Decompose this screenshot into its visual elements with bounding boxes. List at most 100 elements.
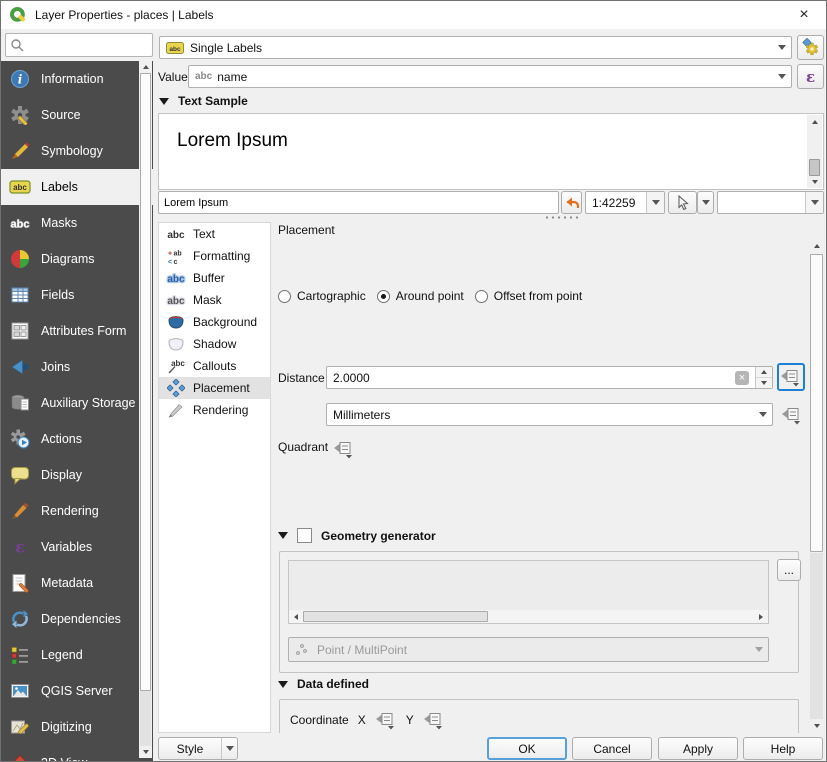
distance-input[interactable]: 2.0000 × xyxy=(326,366,773,389)
main-scroll-up[interactable] xyxy=(809,239,824,253)
geometry-generator-header[interactable]: Geometry generator xyxy=(278,528,436,543)
tab-placement[interactable]: Placement xyxy=(159,377,270,399)
expression-editor-hscrollbar[interactable] xyxy=(289,610,768,623)
sidebar-item-metadata[interactable]: Metadata xyxy=(1,565,153,601)
sidebar-item-rendering[interactable]: Rendering xyxy=(1,493,153,529)
sidebar-item-diagrams[interactable]: Diagrams xyxy=(1,241,153,277)
hscroll-thumb[interactable] xyxy=(303,611,488,622)
sidebar-item-label: Diagrams xyxy=(41,252,95,266)
help-button[interactable]: Help xyxy=(743,737,823,760)
tab-formatting[interactable]: +ab<cFormatting xyxy=(159,245,270,267)
expression-editor[interactable] xyxy=(288,560,769,624)
tab-background[interactable]: Background xyxy=(159,311,270,333)
spin-up-button[interactable] xyxy=(756,367,772,378)
preview-background-select[interactable] xyxy=(717,191,824,214)
ok-button[interactable]: OK xyxy=(487,737,567,760)
qgis-logo-icon xyxy=(9,6,27,24)
quadrant-override-button[interactable] xyxy=(331,437,357,460)
preview-scrollbar[interactable] xyxy=(807,115,822,188)
distance-override-button[interactable] xyxy=(777,363,805,391)
search-input[interactable] xyxy=(28,37,148,53)
sidebar-scroll-thumb[interactable] xyxy=(140,73,151,691)
reset-sample-button[interactable] xyxy=(561,191,582,214)
sidebar-item-display[interactable]: Display xyxy=(1,457,153,493)
preview-scroll-down[interactable] xyxy=(807,175,822,188)
tab-buffer[interactable]: abcBuffer xyxy=(159,267,270,289)
tab-rendering[interactable]: Rendering xyxy=(159,399,270,421)
sidebar-item-source[interactable]: Source xyxy=(1,97,153,133)
cancel-button[interactable]: Cancel xyxy=(572,737,652,760)
units-value: Millimeters xyxy=(333,408,390,422)
sidebar-scroll-up[interactable] xyxy=(139,61,152,73)
collapse-triangle-icon xyxy=(278,681,288,688)
sidebar-item-masks[interactable]: abcMasks xyxy=(1,205,153,241)
auto-placement-settings-button[interactable] xyxy=(797,35,824,60)
sidebar-item-attributes-form[interactable]: Attributes Form xyxy=(1,313,153,349)
sidebar-item-joins[interactable]: Joins xyxy=(1,349,153,385)
svg-text:+: + xyxy=(168,250,172,257)
tab-shadow[interactable]: Shadow xyxy=(159,333,270,355)
units-override-button[interactable] xyxy=(779,403,805,426)
sidebar-item-labels[interactable]: abcLabels xyxy=(1,169,153,205)
apply-button[interactable]: Apply xyxy=(658,737,738,760)
geometry-type-select[interactable]: Point / MultiPoint xyxy=(288,637,769,662)
sidebar-item-dependencies[interactable]: Dependencies xyxy=(1,601,153,637)
preview-scroll-up[interactable] xyxy=(807,115,822,128)
labels-mode-select[interactable]: abc Single Labels xyxy=(159,36,792,59)
radio-cartographic[interactable]: Cartographic xyxy=(278,289,366,303)
tab-callouts[interactable]: abcCallouts xyxy=(159,355,270,377)
spin-down-button[interactable] xyxy=(756,378,772,388)
main-scroll-down[interactable] xyxy=(809,719,824,733)
geometry-generator-checkbox[interactable] xyxy=(297,528,312,543)
units-select[interactable]: Millimeters xyxy=(326,403,773,426)
symbology-icon xyxy=(9,140,31,162)
tab-mask[interactable]: abcMask xyxy=(159,289,270,311)
data-defined-header[interactable]: Data defined xyxy=(278,677,369,691)
abc-tag-icon: abc xyxy=(166,42,184,54)
expression-button[interactable]: ε xyxy=(797,64,824,89)
qgis-server-icon xyxy=(9,680,31,702)
clear-icon[interactable]: × xyxy=(735,371,749,385)
map-tools-button[interactable] xyxy=(668,191,697,214)
text-sample-header[interactable]: Text Sample xyxy=(159,94,248,108)
sidebar-item-legend[interactable]: Legend xyxy=(1,637,153,673)
sidebar-item-3d-view[interactable]: 3D View xyxy=(1,745,153,761)
map-tools-dropdown[interactable] xyxy=(697,191,714,214)
radio-offset-from-point[interactable]: Offset from point xyxy=(475,289,582,303)
sidebar-item-label: QGIS Server xyxy=(41,684,113,698)
sample-text-input[interactable] xyxy=(158,191,559,214)
sidebar-item-qgis-server[interactable]: QGIS Server xyxy=(1,673,153,709)
value-field-select[interactable]: abc name xyxy=(188,65,792,88)
sidebar-item-variables[interactable]: εVariables xyxy=(1,529,153,565)
sidebar-item-actions[interactable]: Actions xyxy=(1,421,153,457)
sidebar-item-label: Symbology xyxy=(41,144,103,158)
radio-label: Around point xyxy=(396,289,464,303)
sidebar-item-fields[interactable]: Fields xyxy=(1,277,153,313)
tab-text[interactable]: abcText xyxy=(159,223,270,245)
preview-scroll-thumb[interactable] xyxy=(809,159,820,176)
coordinate-y-label: Y xyxy=(406,713,414,727)
sidebar-item-digitizing[interactable]: Digitizing xyxy=(1,709,153,745)
sidebar-item-auxiliary-storage[interactable]: Auxiliary Storage xyxy=(1,385,153,421)
placement-title: Placement xyxy=(278,223,335,237)
style-button[interactable]: Style xyxy=(158,737,238,760)
sidebar-scroll-down[interactable] xyxy=(139,746,152,758)
coordinate-y-override-button[interactable] xyxy=(423,710,445,730)
undo-icon xyxy=(564,195,580,211)
expression-dialog-button[interactable]: ... xyxy=(777,559,801,581)
sample-scale-select[interactable]: 1:42259 xyxy=(585,191,665,214)
svg-text:abc: abc xyxy=(169,45,181,52)
sidebar-item-symbology[interactable]: Symbology xyxy=(1,133,153,169)
sidebar-item-label: Masks xyxy=(41,216,77,230)
main-scroll-thumb[interactable] xyxy=(810,254,823,552)
svg-text:c: c xyxy=(174,259,178,265)
sidebar-item-label: Fields xyxy=(41,288,74,302)
radio-around-point[interactable]: Around point xyxy=(377,289,464,303)
sidebar-scrollbar[interactable] xyxy=(139,61,152,758)
sidebar-item-information[interactable]: iInformation xyxy=(1,61,153,97)
main-scrollbar[interactable] xyxy=(809,239,824,733)
close-button[interactable]: × xyxy=(782,1,826,29)
hscroll-right[interactable] xyxy=(754,610,768,623)
coordinate-x-override-button[interactable] xyxy=(375,710,397,730)
hscroll-left[interactable] xyxy=(289,610,303,623)
